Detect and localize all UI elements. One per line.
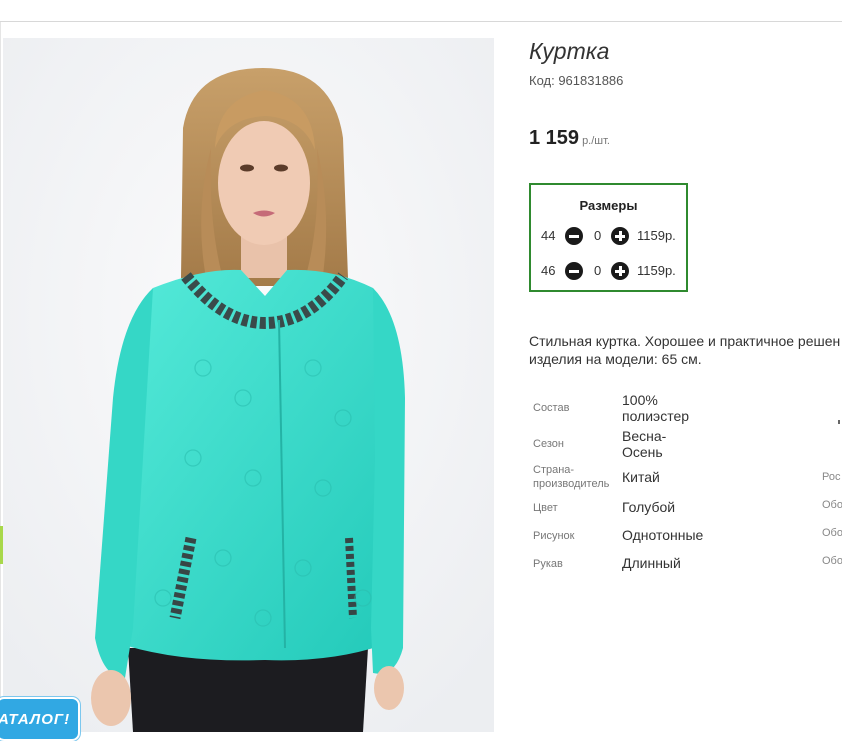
attribute-key: Рукав (533, 558, 563, 570)
top-divider (0, 21, 842, 22)
attribute-key: Страна-производитель (533, 464, 610, 490)
attribute-value: 100% полиэстер (622, 392, 690, 424)
price-unit: р./шт. (582, 135, 610, 147)
description-line: изделия на модели: 65 см. (529, 351, 702, 367)
sizes-panel: Размеры 44 0 1159р. 46 0 1159р. (529, 183, 688, 292)
sizes-title: Размеры (579, 198, 638, 213)
attribute-extra: Обо (822, 555, 842, 567)
attribute-value: Голубой (622, 499, 676, 515)
attribute-value: Китай (622, 469, 660, 485)
minus-icon (569, 269, 579, 273)
attribute-value: Однотонные (622, 527, 704, 543)
increase-quantity-button[interactable] (611, 227, 629, 245)
attribute-extra: Обо (822, 527, 842, 539)
minus-icon (569, 234, 579, 238)
plus-icon-vertical (618, 266, 622, 276)
product-photo[interactable] (3, 38, 494, 732)
catalog-badge-label: АТАЛОГ! (0, 711, 71, 728)
size-price: 1159р. (637, 263, 676, 278)
attribute-value: Весна-Осень (622, 428, 667, 460)
size-price: 1159р. (637, 228, 676, 243)
product-price: 1 159 р./шт. (529, 127, 610, 150)
product-title: Куртка (529, 38, 610, 64)
attribute-extra: Рос (822, 471, 841, 483)
catalog-badge[interactable]: АТАЛОГ! (0, 697, 80, 741)
size-label: 46 (541, 263, 556, 278)
price-amount: 1 159 (529, 127, 580, 149)
description-line: Стильная куртка. Хорошее и практичное ре… (529, 333, 841, 349)
left-edge-line (0, 22, 1, 732)
attribute-key: Состав (533, 402, 570, 414)
attribute-key: Цвет (533, 502, 558, 514)
decrease-quantity-button[interactable] (565, 227, 583, 245)
quantity-value: 0 (594, 263, 602, 278)
attribute-key: Сезон (533, 438, 564, 450)
quantity-value: 0 (594, 228, 602, 243)
attribute-value: Длинный (622, 555, 681, 571)
plus-icon-vertical (618, 231, 622, 241)
product-code: Код: 961831886 (529, 73, 624, 88)
increase-quantity-button[interactable] (611, 262, 629, 280)
product-description: Стильная куртка. Хорошее и практичное ре… (529, 332, 842, 368)
decrease-quantity-button[interactable] (565, 262, 583, 280)
attribute-key: Рисунок (533, 530, 575, 542)
size-label: 44 (541, 228, 556, 243)
table-marker (838, 420, 840, 424)
attribute-extra: Обо (822, 499, 842, 511)
